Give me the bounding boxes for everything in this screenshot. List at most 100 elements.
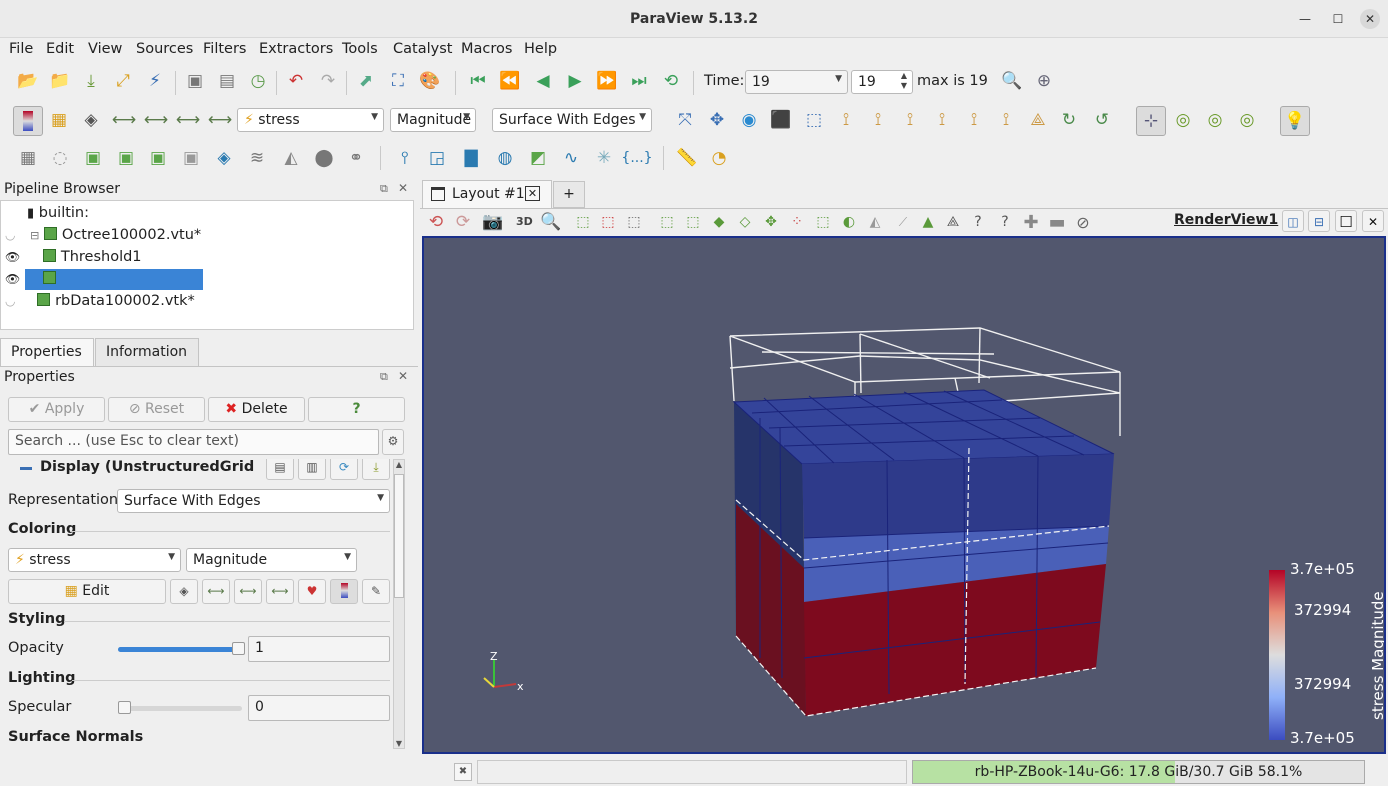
- split-horizontal-icon[interactable]: ◫: [1282, 210, 1304, 232]
- float-icon[interactable]: ⧉: [380, 370, 388, 384]
- copy-icon[interactable]: ▤: [266, 459, 294, 480]
- last-frame-icon[interactable]: ⏭: [628, 70, 650, 92]
- reset-center-icon[interactable]: ◎: [1204, 109, 1226, 131]
- probe-icon[interactable]: ◍: [494, 147, 516, 169]
- query-icon[interactable]: ⊕: [1033, 70, 1055, 92]
- representation-combo[interactable]: Surface With Edges ▼: [492, 108, 652, 132]
- redo-icon[interactable]: ↷: [317, 70, 339, 92]
- minimize-button[interactable]: —: [1295, 9, 1315, 29]
- close-view-icon[interactable]: ✕: [1362, 210, 1384, 232]
- find-data-icon[interactable]: 🔍: [1001, 70, 1023, 92]
- edit-legend-icon[interactable]: ✎: [362, 579, 390, 604]
- split-vertical-icon[interactable]: ⊟: [1308, 210, 1330, 232]
- scrollbar-thumb[interactable]: [394, 474, 404, 598]
- add-layout-tab[interactable]: +: [553, 181, 585, 208]
- camera-link-icon[interactable]: ⬈: [355, 70, 377, 92]
- representation-select[interactable]: Surface With Edges ▼: [117, 489, 390, 513]
- pick-center-icon[interactable]: ◎: [1172, 109, 1194, 131]
- rescale-custom-icon[interactable]: ⟷: [112, 109, 136, 131]
- extract-level-icon[interactable]: ⚭: [345, 147, 367, 169]
- menu-sources[interactable]: Sources: [136, 41, 193, 57]
- hover-points-query-icon[interactable]: ?: [994, 211, 1016, 233]
- calculator-icon[interactable]: ▦: [17, 147, 39, 169]
- render-view[interactable]: Z x 3.7e+05 372994 372994 3.7e+05 stress…: [422, 236, 1386, 754]
- menu-view[interactable]: View: [88, 41, 122, 57]
- select-frustum-points-icon[interactable]: ⬚: [682, 211, 704, 233]
- close-panel-icon[interactable]: ✕: [398, 181, 408, 195]
- first-frame-icon[interactable]: ⏮: [467, 70, 489, 92]
- reset-range-icon[interactable]: ◈: [80, 109, 102, 131]
- view-minus-y-icon[interactable]: ⟟: [931, 109, 953, 131]
- extract-subset-icon[interactable]: ▣: [180, 147, 202, 169]
- component-combo[interactable]: Magnitude ▼: [390, 108, 476, 132]
- menu-extractors[interactable]: Extractors: [259, 41, 333, 57]
- cell-size-icon[interactable]: ✳: [593, 147, 615, 169]
- connect-icon[interactable]: ⤢: [112, 70, 134, 92]
- edit-color-map-icon[interactable]: ▦: [48, 109, 70, 131]
- plot-over-line-icon[interactable]: ⫯: [394, 147, 416, 169]
- shrink-selection-icon[interactable]: ⟋: [892, 211, 914, 233]
- choose-preset-icon[interactable]: ◈: [170, 579, 198, 604]
- time-value-combo[interactable]: 19 ▼: [745, 70, 848, 94]
- apply-button[interactable]: ✔ Apply: [8, 397, 105, 422]
- properties-scrollbar[interactable]: ▲ ▼: [393, 459, 405, 749]
- clip-icon[interactable]: ▣: [82, 147, 104, 169]
- menu-file[interactable]: File: [9, 41, 33, 57]
- paste-icon[interactable]: ▥: [298, 459, 326, 480]
- opacity-field[interactable]: 1: [248, 636, 390, 662]
- show-center-icon[interactable]: ◎: [1236, 109, 1258, 131]
- disconnect-icon[interactable]: ⚡: [144, 70, 166, 92]
- rescale-data-icon[interactable]: ⟷: [202, 579, 230, 604]
- close-button[interactable]: ✕: [1360, 9, 1380, 29]
- specular-slider[interactable]: [118, 701, 242, 714]
- close-panel-icon[interactable]: ✕: [398, 369, 408, 383]
- warp-vector-icon[interactable]: ◭: [280, 147, 302, 169]
- zoom-to-data-icon[interactable]: ✥: [706, 109, 728, 131]
- specular-field[interactable]: 0: [248, 695, 390, 721]
- gear-icon[interactable]: ⚙: [382, 429, 404, 455]
- threshold-icon[interactable]: ▣: [147, 147, 169, 169]
- screenshot-icon[interactable]: 📷: [482, 211, 504, 233]
- python-calculator-icon[interactable]: ◩: [527, 147, 549, 169]
- opacity-slider[interactable]: [118, 642, 245, 655]
- select-points-icon[interactable]: ⬚: [597, 211, 619, 233]
- pipeline-item-threshold[interactable]: 👁 Threshold1: [5, 247, 142, 268]
- load-state-icon[interactable]: ▤: [216, 70, 238, 92]
- rotate-plus-90-icon[interactable]: ↻: [1058, 109, 1080, 131]
- hover-cells-icon[interactable]: ⬚: [812, 211, 834, 233]
- camera-undo-icon[interactable]: ⛶: [387, 70, 409, 92]
- edit-color-map-button[interactable]: ▦ Edit: [8, 579, 166, 604]
- zoom-closest-icon[interactable]: ◉: [738, 109, 760, 131]
- coloring-array-select[interactable]: ⚡ stress ▼: [8, 548, 181, 572]
- toggle-color-legend-icon[interactable]: [13, 106, 43, 136]
- reverse-play-icon[interactable]: ◀: [532, 70, 554, 92]
- delete-button[interactable]: ✖ Delete: [208, 397, 305, 422]
- camera-undo-icon[interactable]: ⟲: [425, 211, 447, 233]
- select-block-icon[interactable]: ⬚: [623, 211, 645, 233]
- time-index-spinbox[interactable]: 19 ▲ ▼: [851, 70, 913, 94]
- clear-selection-icon[interactable]: ⊘: [1072, 211, 1094, 233]
- hover-query-icon[interactable]: ?: [967, 211, 989, 233]
- save-default-icon[interactable]: ⤓: [362, 459, 390, 480]
- clear-output-icon[interactable]: ✖: [454, 763, 472, 781]
- rescale-temporal-icon[interactable]: ⟷: [266, 579, 294, 604]
- pipeline-item-octree[interactable]: ◡ ⊟ Octree100002.vtu*: [5, 225, 405, 246]
- slice-icon[interactable]: ▣: [115, 147, 137, 169]
- shrink-icon[interactable]: ▬: [1046, 211, 1068, 233]
- maximize-button[interactable]: ☐: [1328, 9, 1348, 29]
- refresh-icon[interactable]: ⟳: [330, 459, 358, 480]
- eye-hidden-icon[interactable]: ◡: [5, 294, 15, 308]
- view-minus-x-icon[interactable]: ⟟: [867, 109, 889, 131]
- search-input[interactable]: Search ... (use Esc to clear text): [8, 429, 379, 455]
- view-plus-y-icon[interactable]: ⟟: [899, 109, 921, 131]
- view-plus-x-icon[interactable]: ⟟: [835, 109, 857, 131]
- contour-icon[interactable]: ◌: [49, 147, 71, 169]
- save-data-icon[interactable]: ⤓: [80, 70, 102, 92]
- menu-filters[interactable]: Filters: [203, 41, 246, 57]
- rescale-custom-icon[interactable]: ⟷: [234, 579, 262, 604]
- undo-icon[interactable]: ↶: [285, 70, 307, 92]
- select-points-with-icon[interactable]: ⟁: [942, 211, 964, 233]
- temporal-icon[interactable]: ∿: [560, 147, 582, 169]
- maximize-view-icon[interactable]: ☐: [1335, 210, 1357, 232]
- hover-points-icon[interactable]: ◐: [838, 211, 860, 233]
